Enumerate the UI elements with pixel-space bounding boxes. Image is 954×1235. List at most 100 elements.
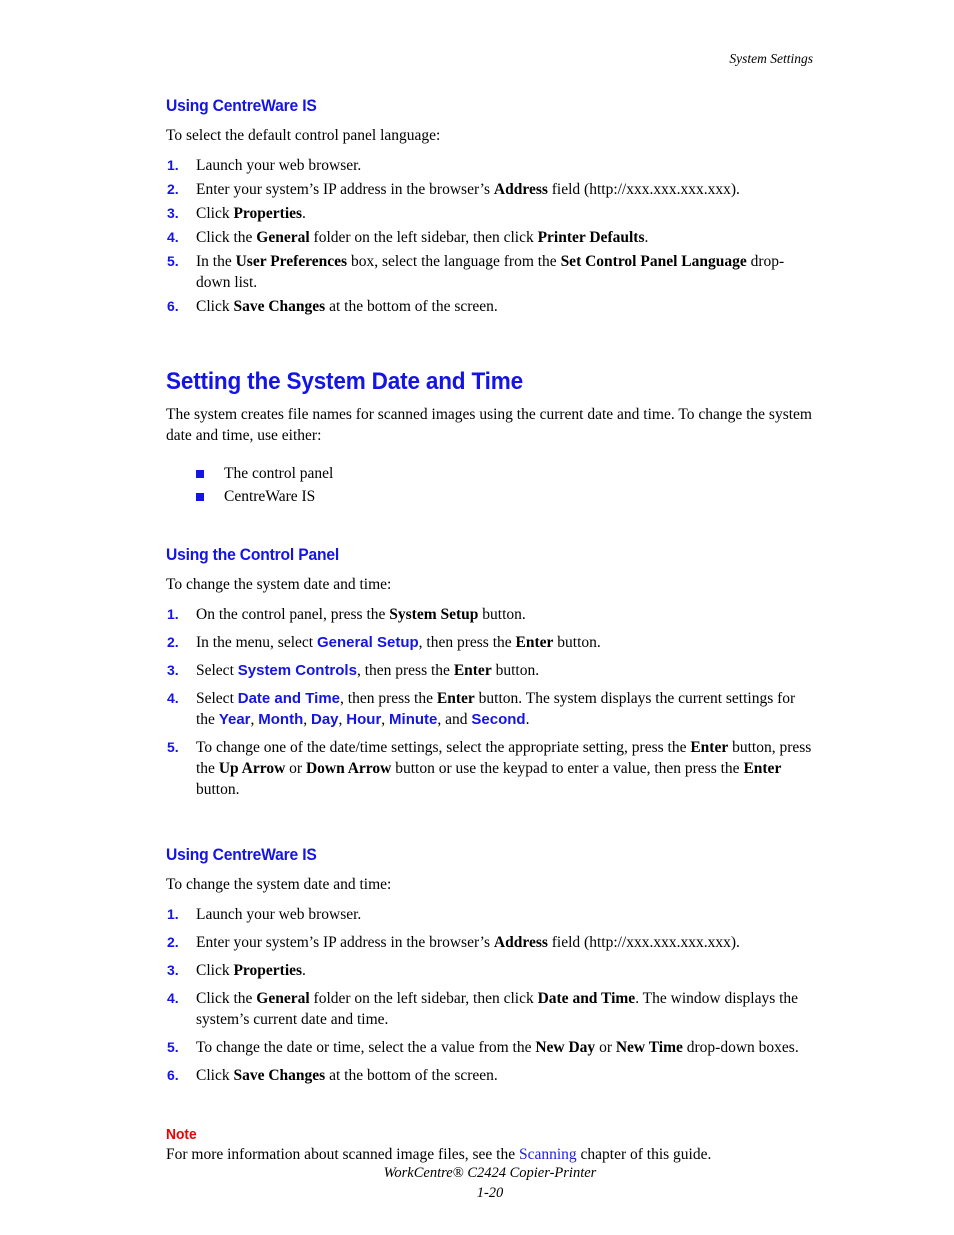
step-number: 6. (167, 1067, 179, 1083)
step-text: Click Properties. (196, 962, 306, 979)
bold-ui-term: Enter (453, 662, 492, 679)
step-text: Click Save Changes at the bottom of the … (196, 298, 498, 315)
intro-centreware-language: To select the default control panel lang… (166, 127, 441, 144)
step-number: 5. (167, 1039, 179, 1055)
step-text: To change one of the date/time settings,… (196, 739, 811, 798)
bold-ui-term: New Day (535, 1039, 596, 1056)
text-run: field (http://xxx.xxx.xxx.xxx). (547, 934, 740, 951)
text-run: Enter your system’s IP address in the br… (196, 934, 494, 951)
step-text: Click Properties. (196, 205, 306, 222)
text-run: . (302, 205, 306, 222)
control-panel-term: Minute (389, 711, 438, 728)
step-text: Click the General folder on the left sid… (196, 229, 648, 246)
step-item: 5. To change one of the date/time setting… (166, 737, 814, 800)
step-text: Enter your system’s IP address in the br… (196, 181, 740, 198)
footer-product-name: WorkCentre® C2424 Copier-Printer (383, 1165, 597, 1181)
step-text: To change the date or time, select the a… (196, 1039, 799, 1056)
step-number: 3. (167, 662, 179, 678)
text-run: button. (553, 634, 601, 651)
text-run: In the menu, select (196, 634, 317, 651)
bold-ui-term: General (256, 990, 310, 1007)
step-item: 4. Select Date and Time, then press the E… (166, 688, 814, 730)
footer-page-number: 1-20 (476, 1185, 504, 1201)
step-item: 2. Enter your system’s IP address in the … (166, 179, 814, 200)
square-bullet-icon (196, 493, 204, 501)
text-run: folder on the left sidebar, then click (309, 229, 538, 246)
bold-ui-term: General (256, 229, 310, 246)
step-text: Enter your system’s IP address in the br… (196, 934, 740, 951)
bold-ui-term: Enter (690, 739, 729, 756)
steps-centreware-datetime: 1. Launch your web browser. 2. Enter your s… (166, 904, 814, 1086)
text-run: button. (491, 662, 540, 679)
text-run: , (381, 711, 390, 728)
text-run: folder on the left sidebar, then click (309, 990, 538, 1007)
step-text: In the menu, select General Setup, then … (196, 634, 601, 651)
document-page: System Settings Using CentreWare IS To s… (0, 0, 954, 1235)
text-run: Click (196, 962, 234, 979)
text-run: drop-down boxes. (682, 1039, 799, 1056)
step-text: Select Date and Time, then press the Ent… (196, 690, 795, 728)
text-run: or (285, 760, 306, 777)
step-number: 4. (167, 229, 179, 245)
step-text: In the User Preferences box, select the … (196, 253, 784, 291)
step-item: 6. Click Save Changes at the bottom of th… (166, 296, 814, 317)
text-run: Select (196, 662, 238, 679)
intro-control-panel: To change the system date and time: (166, 576, 392, 593)
text-run: , then press the (356, 662, 454, 679)
list-item-label: CentreWare IS (224, 488, 316, 505)
step-text: Click the General folder on the left sid… (196, 990, 798, 1028)
page-content: Using CentreWare IS To select the defaul… (166, 96, 814, 1165)
text-run: Click the (196, 229, 257, 246)
text-run: In the (196, 253, 236, 270)
control-panel-term: General Setup (316, 634, 419, 651)
step-item: 1. Launch your web browser. (166, 155, 814, 176)
page-footer: WorkCentre® C2424 Copier-Printer 1-20 (166, 1163, 814, 1203)
steps-centreware-language: 1. Launch your web browser. 2. Enter your s… (166, 155, 814, 317)
control-panel-term: Date and Time (237, 690, 341, 707)
text-run: , then press the (418, 634, 516, 651)
text-run: box, select the language from the (347, 253, 561, 270)
step-item: 2. In the menu, select General Setup, the… (166, 632, 814, 653)
step-item: 1. On the control panel, press the System… (166, 604, 814, 625)
step-number: 1. (167, 906, 179, 922)
control-panel-term: Second (471, 711, 526, 728)
heading-setting-the-system-date-and-time: Setting the System Date and Time (166, 368, 523, 395)
heading-using-centreware-is-datetime: Using CentreWare IS (166, 845, 317, 864)
cross-reference-link[interactable]: Scanning (519, 1146, 577, 1163)
bold-ui-term: Date and Time (537, 990, 636, 1007)
bold-ui-term: Save Changes (233, 298, 326, 315)
bold-ui-term: New Time (615, 1039, 683, 1056)
text-run: Click (196, 205, 234, 222)
step-number: 5. (167, 739, 179, 755)
step-text: Launch your web browser. (196, 906, 361, 923)
step-item: 5. To change the date or time, select the… (166, 1037, 814, 1058)
step-item: 3. Click Properties. (166, 960, 814, 981)
bold-ui-term: Enter (436, 690, 475, 707)
intro-date-and-time: The system creates file names for scanne… (166, 406, 812, 444)
text-run: . (302, 962, 306, 979)
text-run: Launch your web browser. (196, 157, 362, 174)
text-run: button. (478, 606, 526, 623)
step-number: 1. (167, 157, 179, 173)
control-panel-term: Month (258, 711, 304, 728)
text-run: , and (437, 711, 472, 728)
text-run: . (644, 229, 649, 246)
control-panel-term: Year (218, 711, 251, 728)
heading-using-centreware-is-language: Using CentreWare IS (166, 96, 317, 115)
step-number: 1. (167, 606, 179, 622)
step-item: 3. Select System Controls, then press the… (166, 660, 814, 681)
text-run: On the control panel, press the (196, 606, 390, 623)
running-header: System Settings (729, 51, 813, 66)
step-number: 3. (167, 962, 179, 978)
step-number: 5. (167, 253, 179, 269)
step-number: 2. (167, 181, 179, 197)
intro-centreware-datetime: To change the system date and time: (166, 876, 392, 893)
bold-ui-term: System Setup (389, 606, 479, 623)
step-item: 5. In the User Preferences box, select th… (166, 251, 814, 293)
text-run: Click (196, 1067, 234, 1084)
text-run: button. (196, 781, 240, 798)
heading-using-the-control-panel: Using the Control Panel (166, 545, 340, 564)
step-number: 2. (167, 934, 179, 950)
text-run: button or use the keypad to enter a valu… (391, 760, 744, 777)
text-run: Click (196, 298, 234, 315)
